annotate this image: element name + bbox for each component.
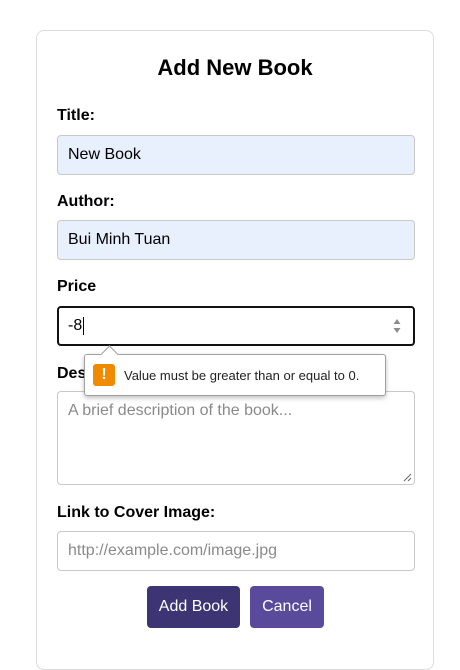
price-input[interactable]: -8 bbox=[57, 306, 415, 346]
add-book-button[interactable]: Add Book bbox=[147, 586, 240, 628]
text-caret bbox=[83, 317, 85, 335]
description-label: Des bbox=[57, 365, 87, 382]
title-input-value: New Book bbox=[68, 146, 141, 163]
price-label: Price bbox=[57, 278, 97, 295]
form-card bbox=[36, 30, 434, 670]
description-textarea[interactable]: A brief description of the book... bbox=[57, 391, 415, 485]
price-input-value: -8 bbox=[68, 317, 83, 334]
cover-image-input[interactable]: http://example.com/image.jpg bbox=[57, 531, 415, 571]
description-placeholder: A brief description of the book... bbox=[68, 402, 293, 419]
cancel-button[interactable]: Cancel bbox=[250, 586, 324, 628]
resize-grip-icon[interactable] bbox=[402, 472, 412, 482]
author-input-value: Bui Minh Tuan bbox=[68, 231, 171, 248]
title-label: Title: bbox=[57, 107, 95, 124]
title-input[interactable]: New Book bbox=[57, 135, 415, 175]
cover-image-placeholder: http://example.com/image.jpg bbox=[68, 542, 277, 559]
warning-icon: ! bbox=[93, 364, 115, 386]
cover-image-label: Link to Cover Image: bbox=[57, 504, 216, 521]
number-spinner-icon[interactable] bbox=[393, 318, 401, 334]
validation-message: Value must be greater than or equal to 0… bbox=[124, 367, 360, 383]
author-label: Author: bbox=[57, 193, 115, 210]
author-input[interactable]: Bui Minh Tuan bbox=[57, 220, 415, 260]
page-title: Add New Book bbox=[157, 55, 313, 80]
validation-tooltip: ! Value must be greater than or equal to… bbox=[84, 345, 386, 396]
